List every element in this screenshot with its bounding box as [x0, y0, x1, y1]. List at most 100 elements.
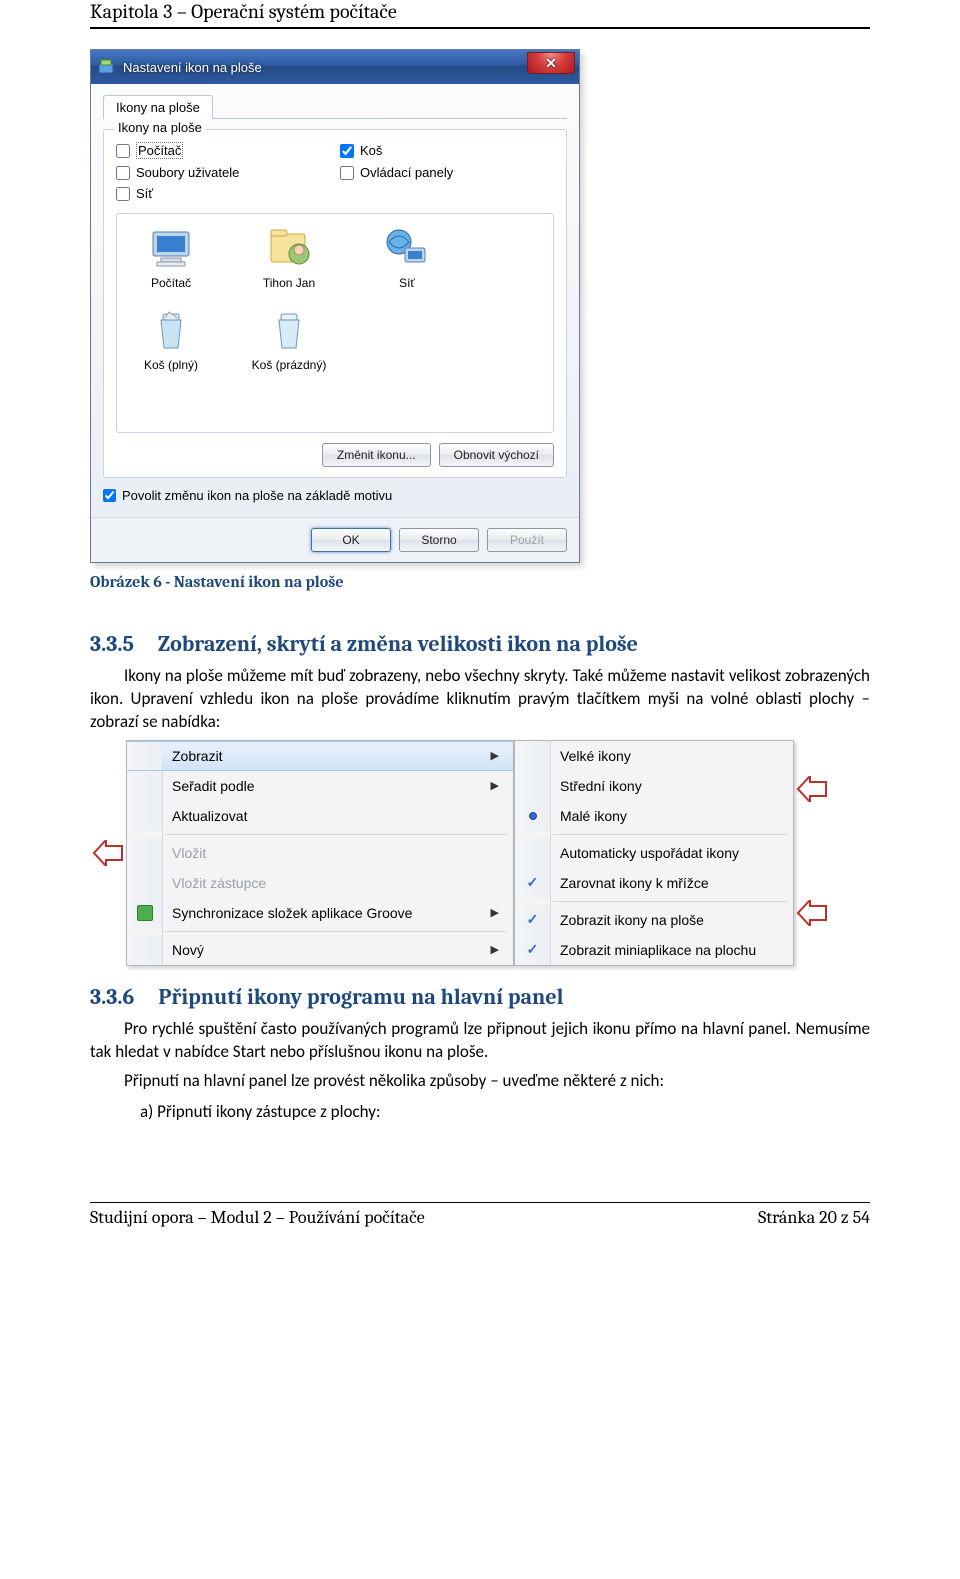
desktop-icons-groupbox: Ikony na ploše Počítač Koš Soubory uživa… — [103, 129, 567, 478]
checkmark-icon: ✓ — [527, 874, 539, 891]
check-computer-box[interactable] — [116, 144, 130, 158]
check-recycle-box[interactable] — [340, 144, 354, 158]
preview-user-label: Tihon Jan — [263, 276, 315, 290]
ctx-show-gadgets-label: Zobrazit miniaplikace na plochu — [550, 942, 779, 958]
ctx-sort[interactable]: Seřadit podle ▶ — [127, 771, 513, 801]
heading-336-number: 3.3.6 — [90, 984, 134, 1010]
tab-desktop-icons[interactable]: Ikony na ploše — [103, 95, 213, 119]
para-335-1: Ikony na ploše můžeme mít buď zobrazeny,… — [90, 665, 870, 734]
ctx-medium-icons[interactable]: Střední ikony — [515, 771, 793, 801]
preview-network-label: Síť — [399, 276, 415, 290]
icon-preview-well[interactable]: Počítač Tihon Jan Síť Koš (plný) — [116, 213, 554, 433]
ctx-groove-label: Synchronizace složek aplikace Groove — [162, 905, 471, 921]
heading-335-title: Zobrazení, skrytí a změna velikosti ikon… — [158, 631, 638, 657]
ctx-paste: Vložit — [127, 838, 513, 868]
submenu-arrow-icon: ▶ — [491, 943, 499, 956]
allow-theme-change-box[interactable] — [103, 489, 116, 502]
chapter-header: Kapitola 3 – Operační systém počítače — [90, 0, 870, 29]
check-recycle-label: Koš — [360, 143, 382, 158]
ctx-large-icons[interactable]: Velké ikony — [515, 741, 793, 771]
submenu-arrow-icon: ▶ — [491, 779, 499, 792]
ctx-sort-label: Seřadit podle — [162, 778, 471, 794]
page-footer: Studijní opora – Modul 2 – Používání poč… — [90, 1202, 870, 1228]
groove-icon — [137, 905, 153, 921]
close-button[interactable]: ✕ — [527, 52, 575, 74]
preview-network[interactable]: Síť — [363, 224, 451, 290]
ctx-small-label: Malé ikony — [550, 808, 779, 824]
check-network-box[interactable] — [116, 187, 130, 201]
check-network[interactable]: Síť — [116, 186, 330, 201]
preview-computer-label: Počítač — [151, 276, 191, 290]
restore-default-button[interactable]: Obnovit výchozí — [439, 443, 554, 467]
ctx-view-label: Zobrazit — [162, 748, 471, 764]
annotation-arrow-right-2 — [794, 900, 830, 926]
check-network-label: Síť — [136, 186, 153, 201]
check-userfiles-label: Soubory uživatele — [136, 165, 239, 180]
ctx-align-grid[interactable]: ✓ Zarovnat ikony k mřížce — [515, 868, 793, 898]
ctx-auto-arrange[interactable]: Automaticky uspořádat ikony — [515, 838, 793, 868]
allow-theme-change-label: Povolit změnu ikon na ploše na základě m… — [122, 488, 392, 503]
footer-right: Stránka 20 z 54 — [758, 1207, 870, 1228]
ctx-align-label: Zarovnat ikony k mřížce — [550, 875, 779, 891]
ctx-new[interactable]: Nový ▶ — [127, 935, 513, 965]
ctx-paste-label: Vložit — [162, 845, 499, 861]
ctx-auto-label: Automaticky uspořádat ikony — [550, 845, 779, 861]
check-userfiles-box[interactable] — [116, 166, 130, 180]
ctx-show-gadgets[interactable]: ✓ Zobrazit miniaplikace na plochu — [515, 935, 793, 965]
annotation-arrow-right-1 — [794, 776, 830, 802]
figure-caption: Obrázek 6 - Nastavení ikon na ploše — [90, 573, 870, 591]
para-336-1: Pro rychlé spuštění často používaných pr… — [90, 1018, 870, 1064]
ctx-show-icons[interactable]: ✓ Zobrazit ikony na ploše — [515, 905, 793, 935]
app-icon — [97, 58, 115, 76]
check-computer[interactable]: Počítač — [116, 142, 330, 159]
ctx-medium-label: Střední ikony — [550, 778, 779, 794]
ctx-refresh[interactable]: Aktualizovat — [127, 801, 513, 831]
preview-recycle-full[interactable]: Koš (plný) — [127, 306, 215, 372]
submenu-arrow-icon: ▶ — [491, 906, 499, 919]
desktop-icon-settings-dialog: Nastavení ikon na ploše ✕ Ikony na ploše… — [90, 49, 580, 563]
preview-recycle-empty-label: Koš (prázdný) — [252, 358, 327, 372]
titlebar[interactable]: Nastavení ikon na ploše ✕ — [91, 50, 579, 84]
para-336-2: Připnutí na hlavní panel lze provést něk… — [90, 1070, 870, 1093]
preview-user[interactable]: Tihon Jan — [245, 224, 333, 290]
context-menu-figure: Zobrazit ▶ Seřadit podle ▶ Aktualizovat Vl… — [90, 740, 870, 966]
ctx-paste-shortcut: Vložit zástupce — [127, 868, 513, 898]
ok-button[interactable]: OK — [311, 528, 391, 552]
heading-336: 3.3.6 Připnutí ikony programu na hlavní p… — [90, 984, 870, 1010]
check-controlpanels-label: Ovládací panely — [360, 165, 453, 180]
dialog-footer: OK Storno Použít — [91, 517, 579, 562]
preview-computer[interactable]: Počítač — [127, 224, 215, 290]
context-menu-left: Zobrazit ▶ Seřadit podle ▶ Aktualizovat Vl… — [126, 740, 514, 966]
list-item-a: a) Připnutí ikony zástupce z plochy: — [140, 1101, 870, 1122]
ctx-refresh-label: Aktualizovat — [162, 808, 499, 824]
ctx-groove[interactable]: Synchronizace složek aplikace Groove ▶ — [127, 898, 513, 928]
tab-strip: Ikony na ploše — [103, 94, 567, 119]
check-computer-label: Počítač — [136, 142, 183, 159]
checkmark-icon: ✓ — [527, 911, 539, 928]
annotation-arrow-left — [90, 740, 126, 966]
cancel-button[interactable]: Storno — [399, 528, 479, 552]
preview-recycle-full-label: Koš (plný) — [144, 358, 198, 372]
allow-theme-change[interactable]: Povolit změnu ikon na ploše na základě m… — [103, 488, 567, 503]
ctx-small-icons[interactable]: Malé ikony — [515, 801, 793, 831]
context-menu-right: Velké ikony Střední ikony Malé ikony Aut… — [514, 740, 794, 966]
check-controlpanels[interactable]: Ovládací panely — [340, 165, 554, 180]
check-recycle[interactable]: Koš — [340, 142, 554, 159]
footer-left: Studijní opora – Modul 2 – Používání poč… — [90, 1207, 425, 1228]
check-userfiles[interactable]: Soubory uživatele — [116, 165, 330, 180]
ctx-show-icons-label: Zobrazit ikony na ploše — [550, 912, 779, 928]
apply-button[interactable]: Použít — [487, 528, 567, 552]
heading-336-title: Připnutí ikony programu na hlavní panel — [158, 984, 563, 1010]
change-icon-button[interactable]: Změnit ikonu... — [322, 443, 431, 467]
heading-335: 3.3.5 Zobrazení, skrytí a změna velikosti… — [90, 631, 870, 657]
close-icon: ✕ — [545, 55, 557, 72]
title-text: Nastavení ikon na ploše — [123, 60, 262, 75]
radio-bullet-icon — [529, 812, 537, 820]
submenu-arrow-icon: ▶ — [491, 749, 499, 762]
check-controlpanels-box[interactable] — [340, 166, 354, 180]
preview-recycle-empty[interactable]: Koš (prázdný) — [245, 306, 333, 372]
ctx-new-label: Nový — [162, 942, 471, 958]
ctx-view[interactable]: Zobrazit ▶ — [127, 741, 513, 771]
heading-335-number: 3.3.5 — [90, 631, 134, 657]
checkmark-icon: ✓ — [527, 941, 539, 958]
